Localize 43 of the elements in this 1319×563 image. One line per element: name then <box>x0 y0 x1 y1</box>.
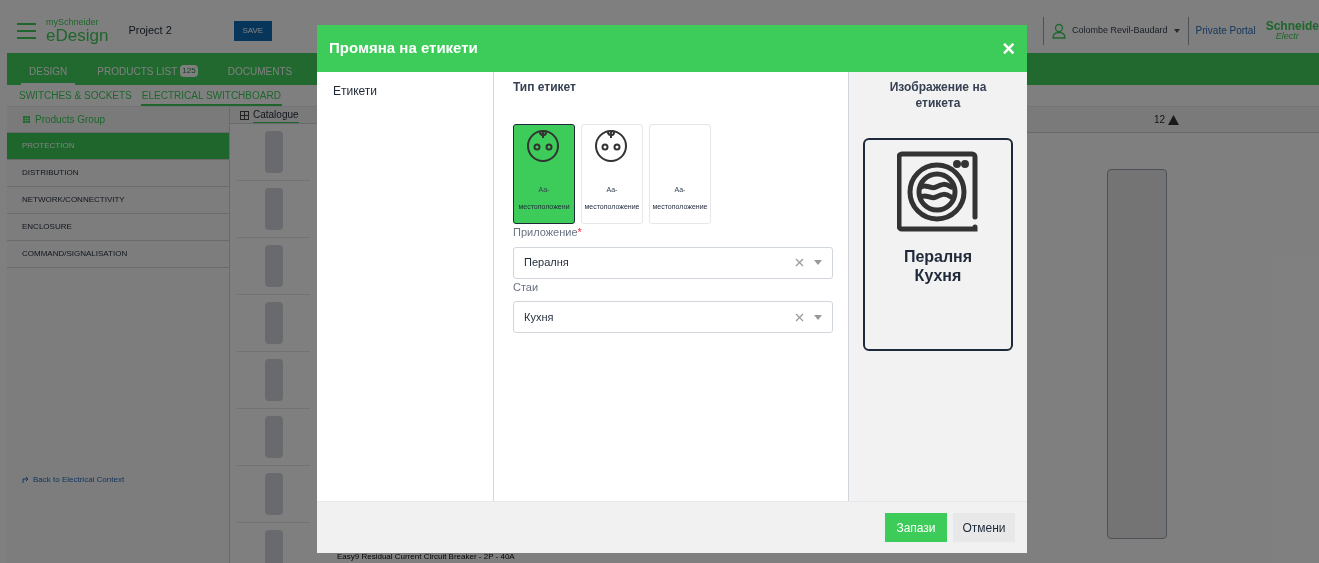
warning-count: 12 <box>1153 113 1165 127</box>
save-button[interactable]: SAVE <box>233 20 272 41</box>
warning-icon <box>1168 114 1179 125</box>
caret-icon[interactable] <box>814 260 822 265</box>
count-badge: 125 <box>180 65 198 77</box>
select-field[interactable]: Пералня <box>513 246 833 279</box>
preview-text: Пералня <box>903 247 973 266</box>
select-field[interactable]: Кухня <box>513 301 833 333</box>
cancel-button[interactable]: Отмени <box>953 513 1015 542</box>
logo-text: Schneide <box>1265 20 1319 32</box>
section-heading: Тип етикет <box>513 79 577 96</box>
catalogue-icon <box>240 110 249 120</box>
field-label: Приложение* <box>513 225 583 240</box>
user-menu[interactable]: Colombe Revil-Baudard <box>1043 16 1180 45</box>
product-caption: Easy9 Residual Current Circuit Breaker - 2P - 40A <box>336 552 516 562</box>
clear-icon[interactable] <box>795 258 804 267</box>
user-icon <box>1052 22 1067 39</box>
nav-tab[interactable]: PRODUCTS LIST 125 <box>89 59 206 85</box>
logo-subtext: Electr <box>1274 32 1300 41</box>
brand-title: eDesign <box>46 26 109 44</box>
socket-icon <box>526 129 560 163</box>
category-item[interactable]: ENCLOSURE <box>7 214 229 241</box>
back-icon <box>22 476 31 484</box>
brand-subtitle: mySchneider <box>46 17 100 27</box>
category-item[interactable]: COMMAND/SIGNALISATION <box>7 241 229 268</box>
portal-link[interactable]: Private Portal <box>1195 23 1256 38</box>
category-item[interactable]: DISTRIBUTION <box>7 160 229 187</box>
menu-icon[interactable] <box>17 22 36 39</box>
field-label: Стаи <box>513 279 540 295</box>
preview-text: Кухня <box>914 266 962 285</box>
clear-icon[interactable] <box>795 312 804 322</box>
section-label: Етикети <box>333 84 378 98</box>
caret-icon[interactable] <box>814 314 822 320</box>
preview-heading: Изображение на етикета <box>888 79 988 111</box>
caret-icon <box>1173 28 1180 33</box>
dialog-title: Промяна на етикети <box>329 38 478 59</box>
project-name: Project 2 <box>128 23 172 39</box>
back-link[interactable]: Back to Electrical Context <box>33 474 125 486</box>
socket-icon <box>594 129 628 163</box>
grid-icon <box>23 116 30 123</box>
category-item[interactable]: NETWORK/CONNECTIVITY <box>7 187 229 214</box>
panel-title: Products Group <box>35 113 106 127</box>
washing-machine-icon <box>897 151 979 233</box>
